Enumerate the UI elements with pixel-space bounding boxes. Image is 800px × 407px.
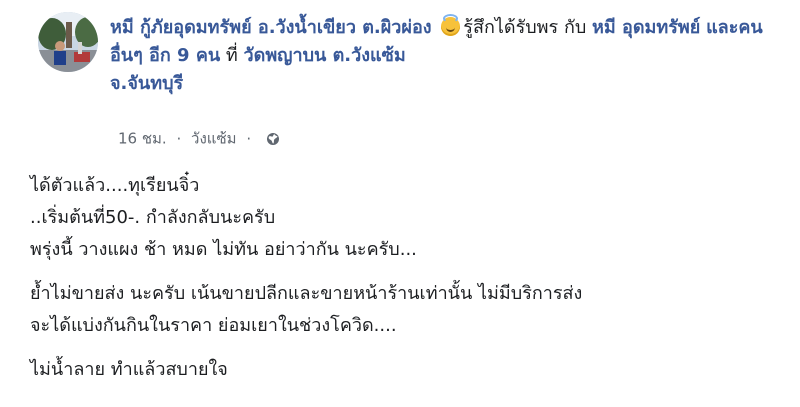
text-line: ไม่น้ำลาย ทำแล้วสบายใจ [30,359,228,380]
text-line: จะได้แบ่งกันกินในราคา ย่อมเยาในช่วงโควิด… [30,315,397,336]
post-body: ได้ตัวแล้ว....ทุเรียนจิ๋ว ..เริ่มต้นที่5… [30,170,780,398]
with-word: กับ [563,17,587,38]
text-line: ได้ตัวแล้ว....ทุเรียนจิ๋ว [30,175,200,196]
meta-separator-2: · [246,129,252,148]
avatar[interactable] [38,12,98,72]
author-name[interactable]: หมี กู้ภัยอุดมทรัพย์ อ.วังน้ำเขียว ต.ผิว… [110,17,432,38]
paragraph-2: ย้ำไม่ขายส่ง นะครับ เน้นขายปลีกและขายหน้… [30,278,780,342]
avatar-photo [38,12,98,72]
text-line: พรุ่งนี้ วางแผง ช้า หมด ไม่ทัน อย่าว่ากั… [30,239,417,260]
smiling-face-with-halo-icon [441,14,461,36]
tagged-friend[interactable]: หมี อุดมทรัพย์ [592,17,700,38]
at-word: ที่ [225,45,238,66]
place-line-1: วัดพญาบน ต.วังแซ้ม [243,45,406,66]
meta-separator: · [176,129,182,148]
post-header: หมี กู้ภัยอุดมทรัพย์ อ.วังน้ำเขียว ต.ผิว… [110,14,790,98]
post-timestamp[interactable]: 16 ชม. [118,130,167,148]
facebook-post: หมี กู้ภัยอุดมทรัพย์ อ.วังน้ำเขียว ต.ผิว… [0,0,800,407]
paragraph-3: ไม่น้ำลาย ทำแล้วสบายใจ [30,354,780,386]
globe-icon[interactable] [266,132,280,146]
text-line: ย้ำไม่ขายส่ง นะครับ เน้นขายปลีกและขายหน้… [30,283,583,304]
paragraph-1: ได้ตัวแล้ว....ทุเรียนจิ๋ว ..เริ่มต้นที่5… [30,170,780,266]
post-location[interactable]: วังแซ้ม [191,130,236,148]
feeling-text: รู้สึกได้รับพร [463,17,559,38]
text-line: ..เริ่มต้นที่50-. กำลังกลับนะครับ [30,207,276,228]
place-line-2: จ.จันทบุรี [110,73,184,94]
post-meta: 16 ชม. · วังแซ้ม · [118,128,280,149]
